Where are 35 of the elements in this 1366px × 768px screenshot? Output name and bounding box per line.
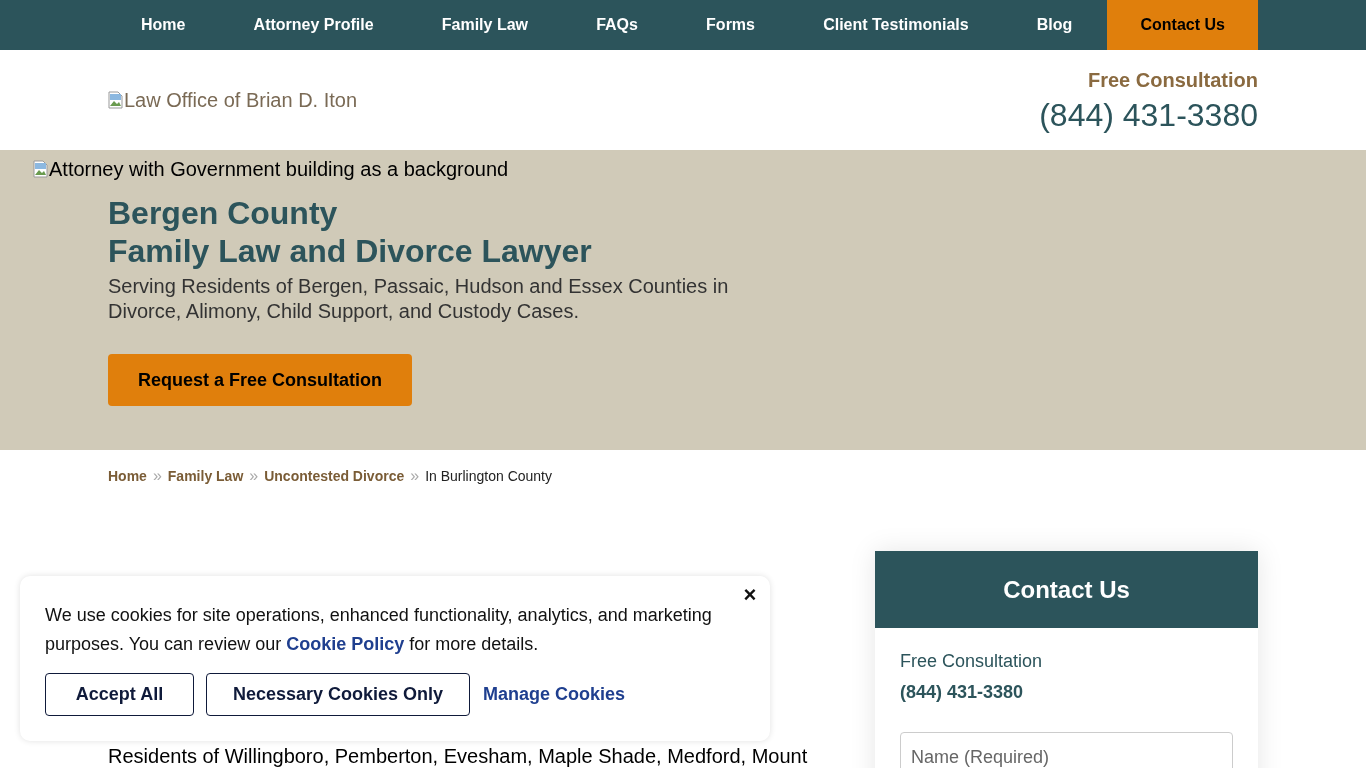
consultation-label: Free Consultation (900, 650, 1044, 673)
contact-card-title: Contact Us (1003, 574, 1130, 605)
hero-title: Bergen County Family Law and Divorce Lawyer (108, 194, 593, 270)
consultation-label: Free Consultation (1088, 68, 1258, 93)
breadcrumb-link[interactable]: Uncontested Divorce (264, 465, 405, 487)
nav-link[interactable]: Client Testimonials (790, 0, 1002, 50)
hero-image-alt-text: Attorney with Government building as a background (49, 157, 509, 182)
nav-link[interactable]: Blog (1003, 0, 1106, 50)
nav-link[interactable]: Family Law (408, 0, 561, 50)
phone-link[interactable]: (844) 431-3380 (900, 679, 1233, 706)
hero-subtitle: Serving Residents of Bergen, Passaic, Hudson and Essex Counties in Divorce, Alimony, Child Support, and Custody Cases. (108, 274, 730, 324)
logo-alt-text[interactable]: Law Office of Brian D. Iton (124, 85, 358, 115)
accept-all-button[interactable]: Accept All (45, 673, 194, 716)
name-field[interactable]: Name (Required) (900, 732, 1233, 768)
cookie-policy-link[interactable]: Cookie Policy (286, 634, 405, 654)
broken-image-icon (108, 91, 124, 109)
nav-link[interactable]: Home (108, 0, 219, 50)
body-paragraph: Residents of Willingboro, Pemberton, Evesham, Maple Shade, Medford, Mount (108, 744, 809, 768)
breadcrumb-current: In Burlington County (425, 466, 552, 486)
nav-link[interactable]: FAQs (563, 0, 671, 50)
breadcrumb-link[interactable]: Family Law (167, 465, 244, 487)
nav-link[interactable]: Attorney Profile (220, 0, 407, 50)
consultation-button[interactable]: Request a Free Consultation (108, 354, 412, 406)
breadcrumb-separator: » (152, 466, 162, 486)
breadcrumb-separator: » (249, 466, 259, 486)
phone-link[interactable]: (844) 431-3380 (1039, 95, 1258, 135)
close-button[interactable]: × (742, 584, 758, 604)
breadcrumb-separator: » (410, 466, 420, 486)
necessary-cookies-button[interactable]: Necessary Cookies Only (206, 673, 470, 716)
contact-nav-button[interactable]: Contact Us (1107, 0, 1258, 50)
breadcrumb-link[interactable]: Home (108, 465, 147, 487)
manage-cookies-link[interactable]: Manage Cookies (483, 681, 626, 708)
nav-link[interactable]: Forms (673, 0, 788, 50)
broken-image-icon (33, 160, 49, 178)
cookie-message: We use cookies for site operations, enhanced functionality, analytics, and marketing purposes. You can review our Cookie Policy for more details. (45, 604, 713, 656)
